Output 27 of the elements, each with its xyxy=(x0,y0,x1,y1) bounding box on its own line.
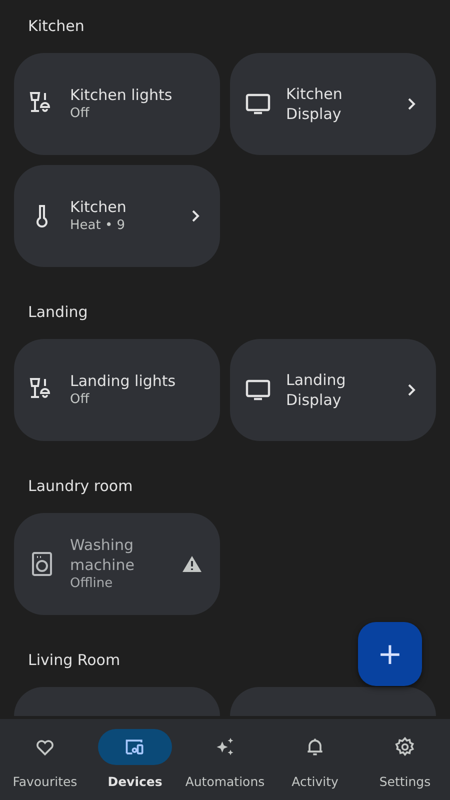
device-name: Landing Display xyxy=(286,370,347,410)
nav-tab[interactable]: Settings xyxy=(360,729,450,800)
device-status: Off xyxy=(70,105,90,123)
room-heading: Laundry room xyxy=(28,477,133,497)
device-status: Heat • 9 xyxy=(70,217,126,235)
room-heading: Kitchen xyxy=(28,17,84,37)
device-name: Landing lights xyxy=(70,371,177,391)
room-heading: Landing xyxy=(28,303,88,323)
device-card[interactable]: Kitchen Heat • 9 xyxy=(14,165,220,267)
device-card[interactable]: Landing lights Off xyxy=(14,339,220,441)
device-card[interactable]: Kitchen Display xyxy=(230,53,436,155)
nav-tab[interactable]: Activity xyxy=(270,729,360,800)
add-button[interactable]: + xyxy=(358,622,422,686)
nav-tab[interactable]: Devices xyxy=(90,729,180,800)
device-card[interactable]: Washing machine Offline xyxy=(14,513,220,615)
nav-tab[interactable]: Automations xyxy=(180,729,270,800)
device-name: Kitchen xyxy=(70,197,128,217)
device-status: Off xyxy=(70,391,90,409)
settings-icon xyxy=(394,736,416,758)
device-card[interactable]: Kitchen lights Off xyxy=(14,53,220,155)
device-card[interactable]: Landing Display xyxy=(230,339,436,441)
device-name: Kitchen lights xyxy=(70,85,174,105)
nav-tab[interactable]: Favourites xyxy=(0,729,90,800)
device-name: Washing machine xyxy=(70,535,136,575)
device-status: Offline xyxy=(70,575,114,593)
device-name: Kitchen Display xyxy=(286,84,344,124)
room-heading: Living Room xyxy=(28,651,120,671)
